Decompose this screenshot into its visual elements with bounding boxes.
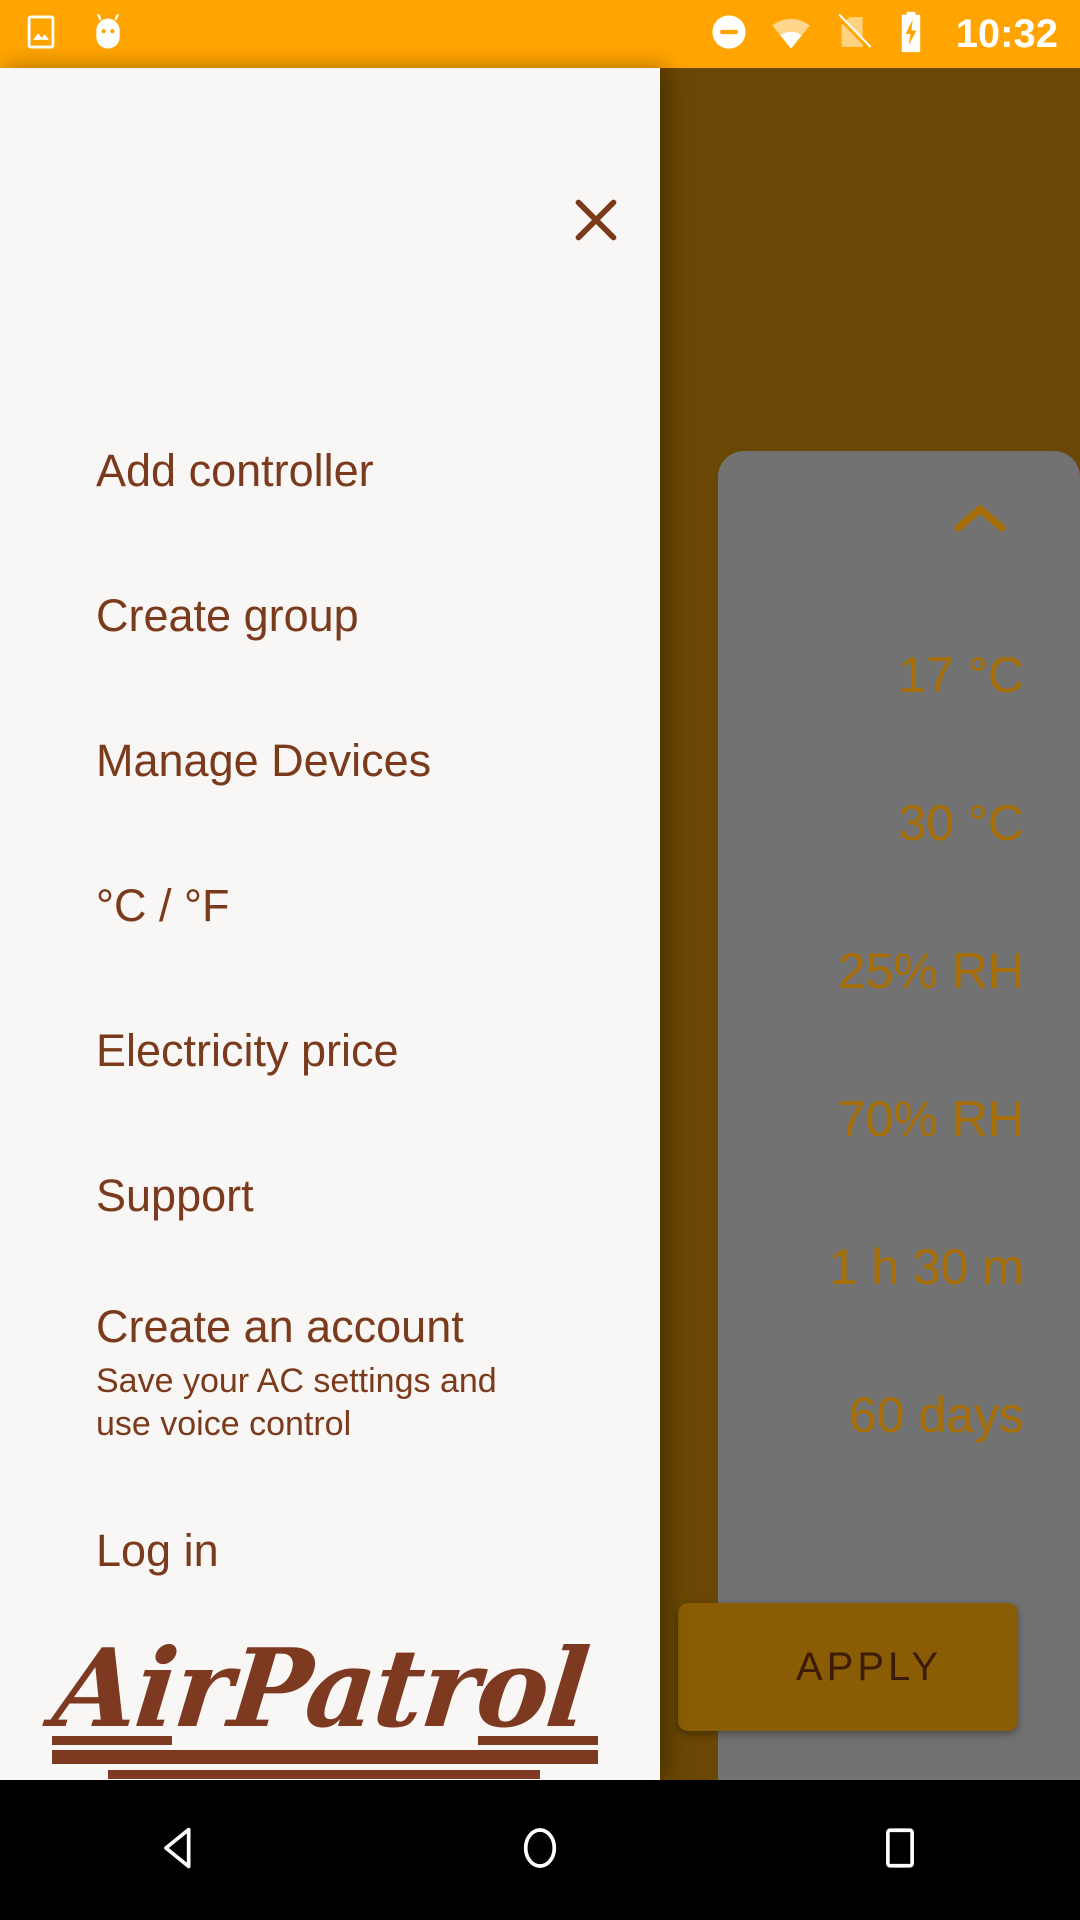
menu-item-label: Create an account [96,1300,464,1352]
menu-item-label: Support [96,1169,254,1221]
close-icon[interactable] [566,190,626,255]
menu-item-temperature-unit[interactable]: °C / °F [0,833,660,978]
menu-item-support[interactable]: Support [0,1123,660,1268]
chevron-up-icon[interactable] [952,501,1008,542]
settings-panel-card: 17 °C 30 °C 25% RH 70% RH 1 h 30 m 60 da… [678,451,1080,1836]
apply-button-label: APPLY [796,1644,942,1689]
menu-item-electricity-price[interactable]: Electricity price [0,978,660,1123]
panel-value-row[interactable]: 25% RH [718,897,1024,1045]
menu-item-create-group[interactable]: Create group [0,543,660,688]
wifi-icon [770,11,812,58]
do-not-disturb-icon [708,11,750,58]
back-icon[interactable] [154,1822,206,1879]
menu-item-label: Log in [96,1524,219,1576]
menu-item-manage-devices[interactable]: Manage Devices [0,688,660,833]
menu-item-add-controller[interactable]: Add controller [0,398,660,543]
system-navigation-bar [0,1780,1080,1920]
android-head-icon [88,12,128,57]
status-bar-left-icons [22,12,128,57]
menu-item-label: Add controller [96,444,374,496]
menu-item-subtitle: Save your AC settings and use voice cont… [96,1362,497,1443]
battery-charging-icon [894,10,928,59]
recents-icon[interactable] [874,1822,926,1879]
panel-value-row[interactable]: 1 h 30 m [718,1193,1024,1341]
airpatrol-logo: AirPatrol [0,1598,660,1780]
panel-value-row[interactable]: 30 °C [718,749,1024,897]
panel-value-row[interactable]: 70% RH [718,1045,1024,1193]
no-sim-icon [832,11,874,58]
recents-button[interactable] [830,1780,970,1920]
close-button[interactable] [560,186,632,258]
menu-item-create-account[interactable]: Create an account Save your AC settings … [0,1268,660,1478]
status-bar: 10:32 [0,0,1080,68]
drawer-menu: Add controller Create group Manage Devic… [0,398,660,1623]
menu-item-label: Electricity price [96,1024,399,1076]
panel-value-row[interactable]: 17 °C [718,601,1024,749]
home-button[interactable] [470,1780,610,1920]
home-icon[interactable] [514,1822,566,1879]
panel-collapse-row[interactable] [718,476,1080,566]
phone-screen: 10:32 17 °C 30 °C 25% RH 70% RH 1 h 30 m… [0,0,1080,1920]
photo-icon [22,13,60,56]
status-bar-right-icons: 10:32 [708,10,1058,59]
back-button[interactable] [110,1780,250,1920]
menu-item-label: Manage Devices [96,734,432,786]
svg-text:AirPatrol: AirPatrol [39,1624,593,1752]
status-bar-clock: 10:32 [955,12,1058,56]
apply-button[interactable]: APPLY [678,1603,1018,1731]
navigation-drawer: Add controller Create group Manage Devic… [0,68,660,1780]
panel-value-list: 17 °C 30 °C 25% RH 70% RH 1 h 30 m 60 da… [718,601,1080,1489]
panel-value-row[interactable]: 60 days [718,1341,1024,1489]
menu-item-label: °C / °F [96,879,230,931]
menu-item-label: Create group [96,589,359,641]
